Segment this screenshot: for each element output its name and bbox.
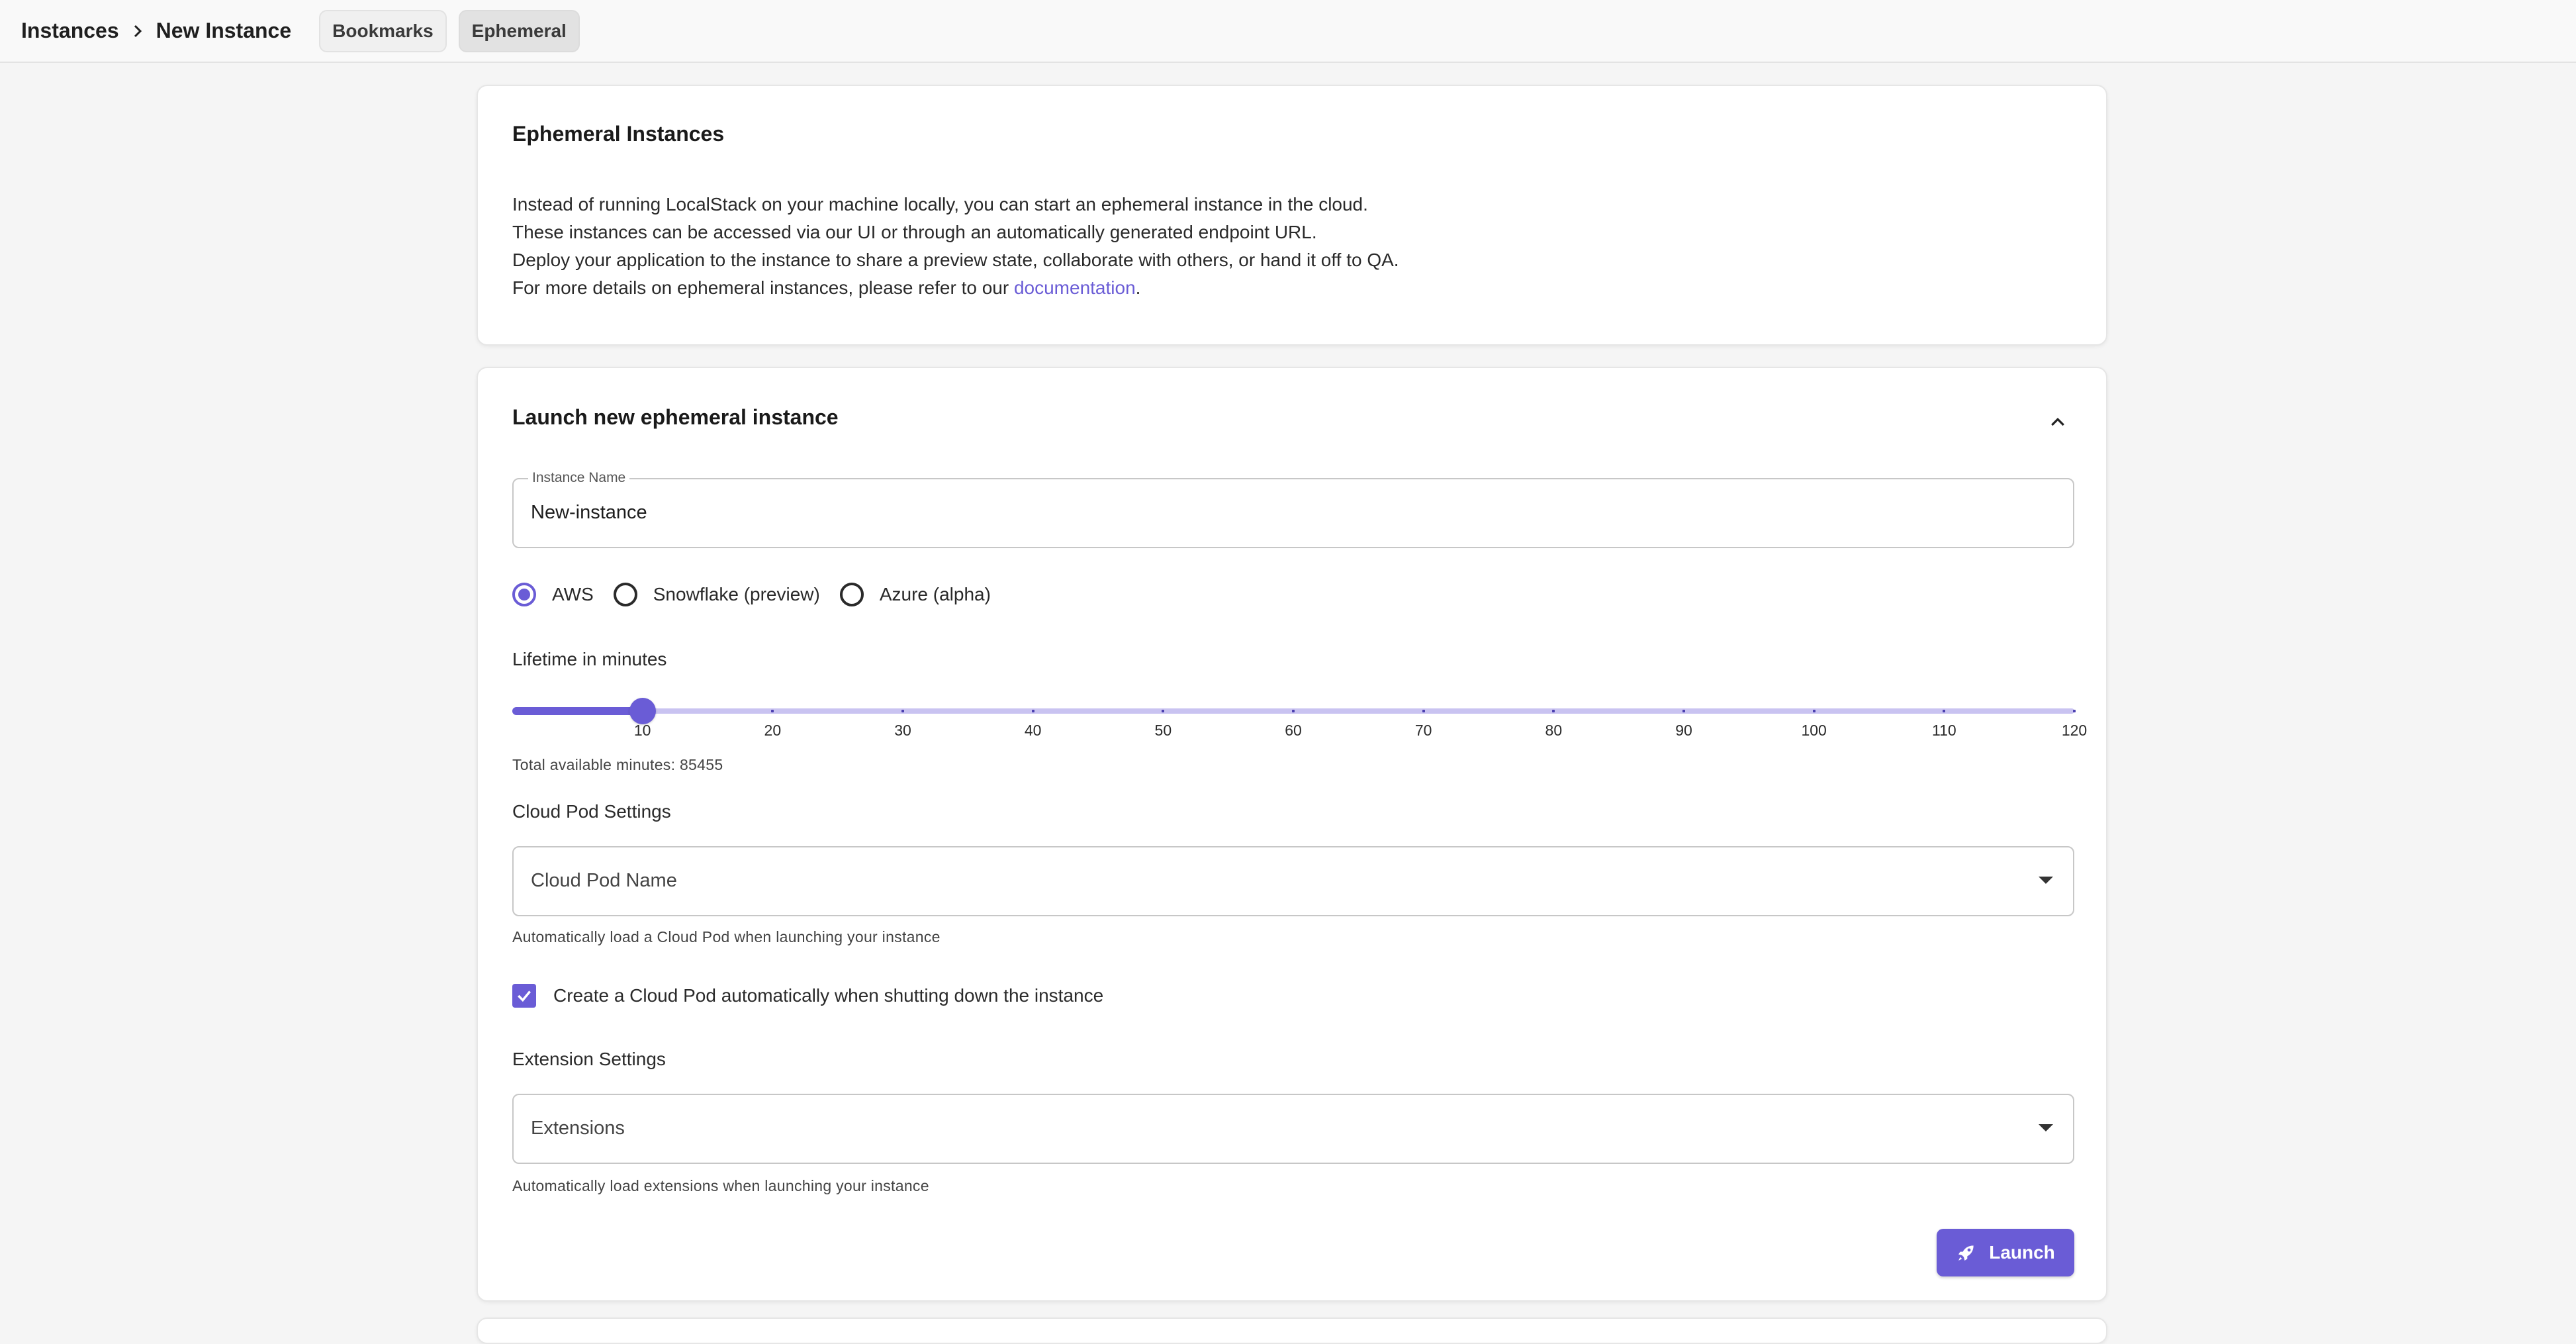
- breadcrumb-new-instance: New Instance: [156, 19, 292, 42]
- tab-ephemeral[interactable]: Ephemeral: [458, 9, 580, 52]
- cloud-pod-placeholder: Cloud Pod Name: [531, 870, 677, 891]
- documentation-link[interactable]: documentation: [1014, 277, 1136, 298]
- top-bar: Instances New Instance Bookmarks Ephemer…: [0, 0, 2576, 63]
- slider-tick-label: 40: [1024, 722, 1042, 739]
- slider-tick: [2073, 710, 2076, 712]
- slider-tick: [901, 710, 904, 712]
- extensions-placeholder: Extensions: [531, 1118, 625, 1139]
- slider-tick-label: 20: [764, 722, 782, 739]
- radio-checked-icon[interactable]: [512, 583, 536, 606]
- radio-unchecked-icon[interactable]: [839, 583, 864, 606]
- radio-label: AWS: [552, 584, 594, 604]
- chevron-up-icon: [2051, 417, 2064, 426]
- slider-tick-label: 110: [1931, 722, 1956, 739]
- info-line: Instead of running LocalStack on your ma…: [512, 194, 1368, 215]
- dropdown-arrow-icon[interactable]: [2039, 877, 2053, 884]
- launch-instance-card: Launch new ephemeral instance Instance N…: [477, 367, 2107, 1302]
- extensions-helper: Automatically load extensions when launc…: [512, 1177, 929, 1194]
- slider-tick: [1031, 710, 1035, 712]
- slider-tick-label: 90: [1675, 722, 1692, 739]
- auto-create-pod-label: Create a Cloud Pod automatically when sh…: [553, 985, 1104, 1006]
- cloud-pod-settings-label: Cloud Pod Settings: [512, 801, 671, 822]
- slider-tick-label: 80: [1545, 722, 1563, 739]
- chevron-right-icon: [126, 19, 150, 43]
- breadcrumb-instances[interactable]: Instances: [21, 19, 119, 43]
- lifetime-slider[interactable]: [512, 698, 2076, 724]
- instance-name-value[interactable]: New-instance: [531, 502, 647, 524]
- instance-name-label: Instance Name: [528, 470, 630, 486]
- slider-tick: [1292, 710, 1295, 712]
- launch-button[interactable]: Launch: [1937, 1229, 2074, 1276]
- slider-tick: [1552, 710, 1555, 712]
- slider-tick-label: 50: [1154, 722, 1172, 739]
- radio-aws[interactable]: AWS: [512, 583, 594, 606]
- slider-thumb[interactable]: [629, 698, 656, 724]
- instance-name-field[interactable]: Instance Name New-instance: [512, 470, 2074, 548]
- launch-label: Launch: [1989, 1242, 2055, 1263]
- slider-tick-label: 30: [894, 722, 911, 739]
- available-minutes: Total available minutes: 85455: [512, 756, 723, 773]
- radio-label: Azure (alpha): [879, 584, 991, 604]
- slider-track: [512, 707, 643, 715]
- provider-radio-group: AWS Snowflake (preview) Azure (alpha): [512, 580, 1011, 609]
- slider-tick-label: 60: [1285, 722, 1302, 739]
- slider-tick: [1812, 710, 1816, 712]
- collapse-button[interactable]: [2041, 405, 2074, 438]
- cloud-pod-name-select[interactable]: Cloud Pod Name: [512, 846, 2074, 916]
- info-card-title: Ephemeral Instances: [512, 122, 725, 146]
- info-card-description: Instead of running LocalStack on your ma…: [512, 191, 1399, 302]
- info-line-doc: For more details on ephemeral instances,…: [512, 274, 1399, 302]
- cloud-pod-helper: Automatically load a Cloud Pod when laun…: [512, 928, 941, 945]
- launch-card-title: Launch new ephemeral instance: [512, 405, 839, 429]
- slider-tick-label: 120: [2061, 722, 2088, 739]
- slider-tick: [1682, 710, 1685, 712]
- slider-tick-label: 70: [1414, 722, 1432, 739]
- dropdown-arrow-icon[interactable]: [2039, 1124, 2053, 1131]
- tab-bookmarks[interactable]: Bookmarks: [319, 9, 447, 52]
- instances-list-card: [477, 1318, 2107, 1344]
- info-line: These instances can be accessed via our …: [512, 222, 1317, 242]
- radio-azure[interactable]: Azure (alpha): [839, 583, 991, 606]
- extension-settings-label: Extension Settings: [512, 1049, 666, 1069]
- lifetime-label: Lifetime in minutes: [512, 649, 667, 669]
- info-line: Deploy your application to the instance …: [512, 250, 1399, 270]
- info-line-prefix: For more details on ephemeral instances,…: [512, 277, 1014, 298]
- slider-tick-label: 10: [633, 722, 651, 739]
- radio-snowflake[interactable]: Snowflake (preview): [613, 583, 820, 606]
- radio-label: Snowflake (preview): [653, 584, 820, 604]
- radio-unchecked-icon[interactable]: [613, 583, 637, 606]
- extensions-select[interactable]: Extensions: [512, 1094, 2074, 1164]
- checkbox-checked-icon[interactable]: [512, 984, 536, 1008]
- slider-tick: [1422, 710, 1425, 712]
- slider-tick-label: 100: [1801, 722, 1827, 739]
- slider-tick: [1162, 710, 1165, 712]
- ephemeral-info-card: Ephemeral Instances Instead of running L…: [477, 85, 2107, 346]
- info-line-suffix: .: [1135, 277, 1141, 298]
- auto-create-pod-checkbox-row[interactable]: Create a Cloud Pod automatically when sh…: [512, 984, 1103, 1008]
- slider-tick: [1943, 710, 1946, 712]
- slider-tick: [771, 710, 774, 712]
- rocket-icon: [1956, 1242, 1977, 1263]
